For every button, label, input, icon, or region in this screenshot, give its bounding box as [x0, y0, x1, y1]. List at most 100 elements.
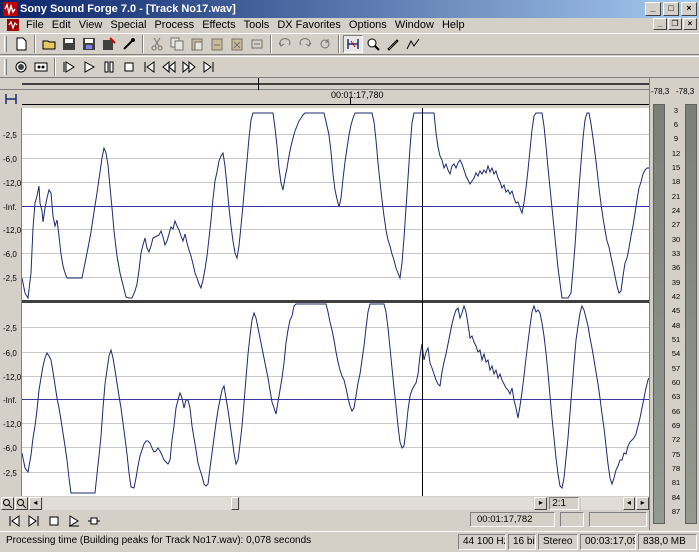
- waveform-display[interactable]: [22, 108, 649, 496]
- doc-close-button[interactable]: ×: [683, 18, 697, 30]
- db-label: -2,5: [3, 274, 17, 283]
- play-all-button[interactable]: [31, 58, 51, 76]
- play-button[interactable]: [79, 58, 99, 76]
- play-normal-button[interactable]: [64, 512, 84, 530]
- menu-effects[interactable]: Effects: [198, 19, 239, 31]
- paste-icon: [191, 38, 203, 51]
- overview-bar[interactable]: [0, 78, 649, 90]
- play-meter[interactable]: -78,3 -78,3 3 6 9 12 15 18 21 24 27 30 3…: [649, 78, 699, 530]
- horizontal-scroll-row: ◂ ▸ 2:1 ◂ ▸: [0, 496, 650, 511]
- forward-button[interactable]: [179, 58, 199, 76]
- pencil-icon: [387, 39, 399, 51]
- play-looped-button[interactable]: [59, 58, 79, 76]
- time-ruler[interactable]: 00:01:17,780: [0, 90, 649, 108]
- magnify-tool-button[interactable]: [363, 35, 383, 53]
- toolbar-grip[interactable]: [4, 36, 7, 52]
- selection-display: [560, 512, 584, 527]
- edit-tool-button[interactable]: [343, 35, 363, 53]
- save-button[interactable]: [59, 35, 79, 53]
- repeat-button[interactable]: [315, 35, 335, 53]
- menu-options[interactable]: Options: [345, 19, 391, 31]
- doc-minimize-button[interactable]: _: [653, 18, 667, 30]
- menu-dx-favorites[interactable]: DX Favorites: [273, 19, 345, 31]
- cursor-position-display[interactable]: 00:01:17,782: [470, 512, 555, 527]
- menu-window[interactable]: Window: [391, 19, 438, 31]
- overview-track: [22, 83, 649, 85]
- undo-button[interactable]: [275, 35, 295, 53]
- close-button[interactable]: ×: [681, 2, 697, 16]
- mix-button[interactable]: [207, 35, 227, 53]
- meter-scale-label: 45: [671, 306, 681, 315]
- level-zoom-out-button[interactable]: ◂: [622, 497, 636, 510]
- db-label: -6,0: [3, 250, 17, 259]
- sample-rate-panel[interactable]: 44 100 Hz: [458, 534, 506, 550]
- minimize-button[interactable]: _: [645, 2, 661, 16]
- record-button[interactable]: [11, 58, 31, 76]
- bit-depth-panel[interactable]: 16 bit: [508, 534, 536, 550]
- menu-tools[interactable]: Tools: [240, 19, 274, 31]
- menu-process[interactable]: Process: [150, 19, 198, 31]
- go-to-start-small-button[interactable]: [4, 512, 24, 530]
- crossfade-button[interactable]: [227, 35, 247, 53]
- zoom-slider-track[interactable]: [580, 497, 622, 510]
- menu-help[interactable]: Help: [438, 19, 469, 31]
- open-button[interactable]: [39, 35, 59, 53]
- toolbar-grip[interactable]: [4, 59, 7, 75]
- trim-icon: [251, 39, 263, 49]
- ruler-format-icon[interactable]: [3, 92, 19, 106]
- play-region-button[interactable]: [84, 512, 104, 530]
- rewind-button[interactable]: [159, 58, 179, 76]
- meter-scale-label: 69: [671, 421, 681, 430]
- scroll-right-button[interactable]: ▸: [534, 497, 548, 510]
- redo-button[interactable]: [295, 35, 315, 53]
- scroll-thumb[interactable]: [231, 497, 239, 510]
- cut-button[interactable]: [147, 35, 167, 53]
- toolbar-separator: [142, 35, 144, 53]
- save-as-button[interactable]: [79, 35, 99, 53]
- menu-edit[interactable]: Edit: [48, 19, 75, 31]
- peak-left-label: -78,3: [651, 87, 670, 96]
- play-region-icon: [88, 517, 100, 524]
- menu-file[interactable]: File: [22, 19, 48, 31]
- document-icon[interactable]: [6, 19, 20, 31]
- ruler-baseline: [22, 104, 649, 105]
- menu-view[interactable]: View: [75, 19, 107, 31]
- peak-right-label: -78,3: [676, 87, 695, 96]
- paste-button[interactable]: [187, 35, 207, 53]
- db-scale: -2,5 -6,0 -12,0 -Inf. -12,0 -6,0 -2,5 -2…: [0, 108, 22, 496]
- waveform-canvas: [22, 108, 649, 496]
- free-space-panel: 838,0 MB: [638, 534, 697, 550]
- copy-button[interactable]: [167, 35, 187, 53]
- sound-forge-app-icon[interactable]: [3, 2, 17, 16]
- channels-panel[interactable]: Stereo: [538, 534, 578, 550]
- maximize-button[interactable]: □: [663, 2, 679, 16]
- title-bar[interactable]: Sony Sound Forge 7.0 - [Track No17.wav] …: [0, 0, 699, 18]
- db-label: -12,0: [3, 420, 22, 429]
- pencil-tool-button[interactable]: [383, 35, 403, 53]
- zoom-out-icon: [3, 499, 13, 509]
- stop-button[interactable]: [119, 58, 139, 76]
- properties-button[interactable]: [119, 35, 139, 53]
- go-to-end-button[interactable]: [199, 58, 219, 76]
- edit-tool-icon: [347, 39, 359, 49]
- zoom-ratio-field[interactable]: 2:1: [549, 497, 579, 510]
- scroll-left-button[interactable]: ◂: [29, 497, 42, 510]
- new-button[interactable]: [11, 35, 31, 53]
- zoom-in-button[interactable]: [15, 497, 28, 510]
- go-to-start-button[interactable]: [139, 58, 159, 76]
- level-zoom-in-button[interactable]: ▸: [636, 497, 650, 510]
- render-icon: [103, 37, 116, 50]
- stop-icon: [124, 62, 134, 72]
- go-to-end-small-button[interactable]: [24, 512, 44, 530]
- stop-small-button[interactable]: [44, 512, 64, 530]
- render-as-button[interactable]: [99, 35, 119, 53]
- scroll-track[interactable]: [42, 497, 231, 510]
- menu-special[interactable]: Special: [106, 19, 150, 31]
- trim-button[interactable]: [247, 35, 267, 53]
- scroll-track[interactable]: [239, 497, 534, 510]
- pause-button[interactable]: [99, 58, 119, 76]
- envelope-tool-button[interactable]: [403, 35, 423, 53]
- meter-scale-label: 39: [671, 278, 681, 287]
- doc-restore-button[interactable]: ❐: [668, 18, 682, 30]
- zoom-out-button[interactable]: [1, 497, 14, 510]
